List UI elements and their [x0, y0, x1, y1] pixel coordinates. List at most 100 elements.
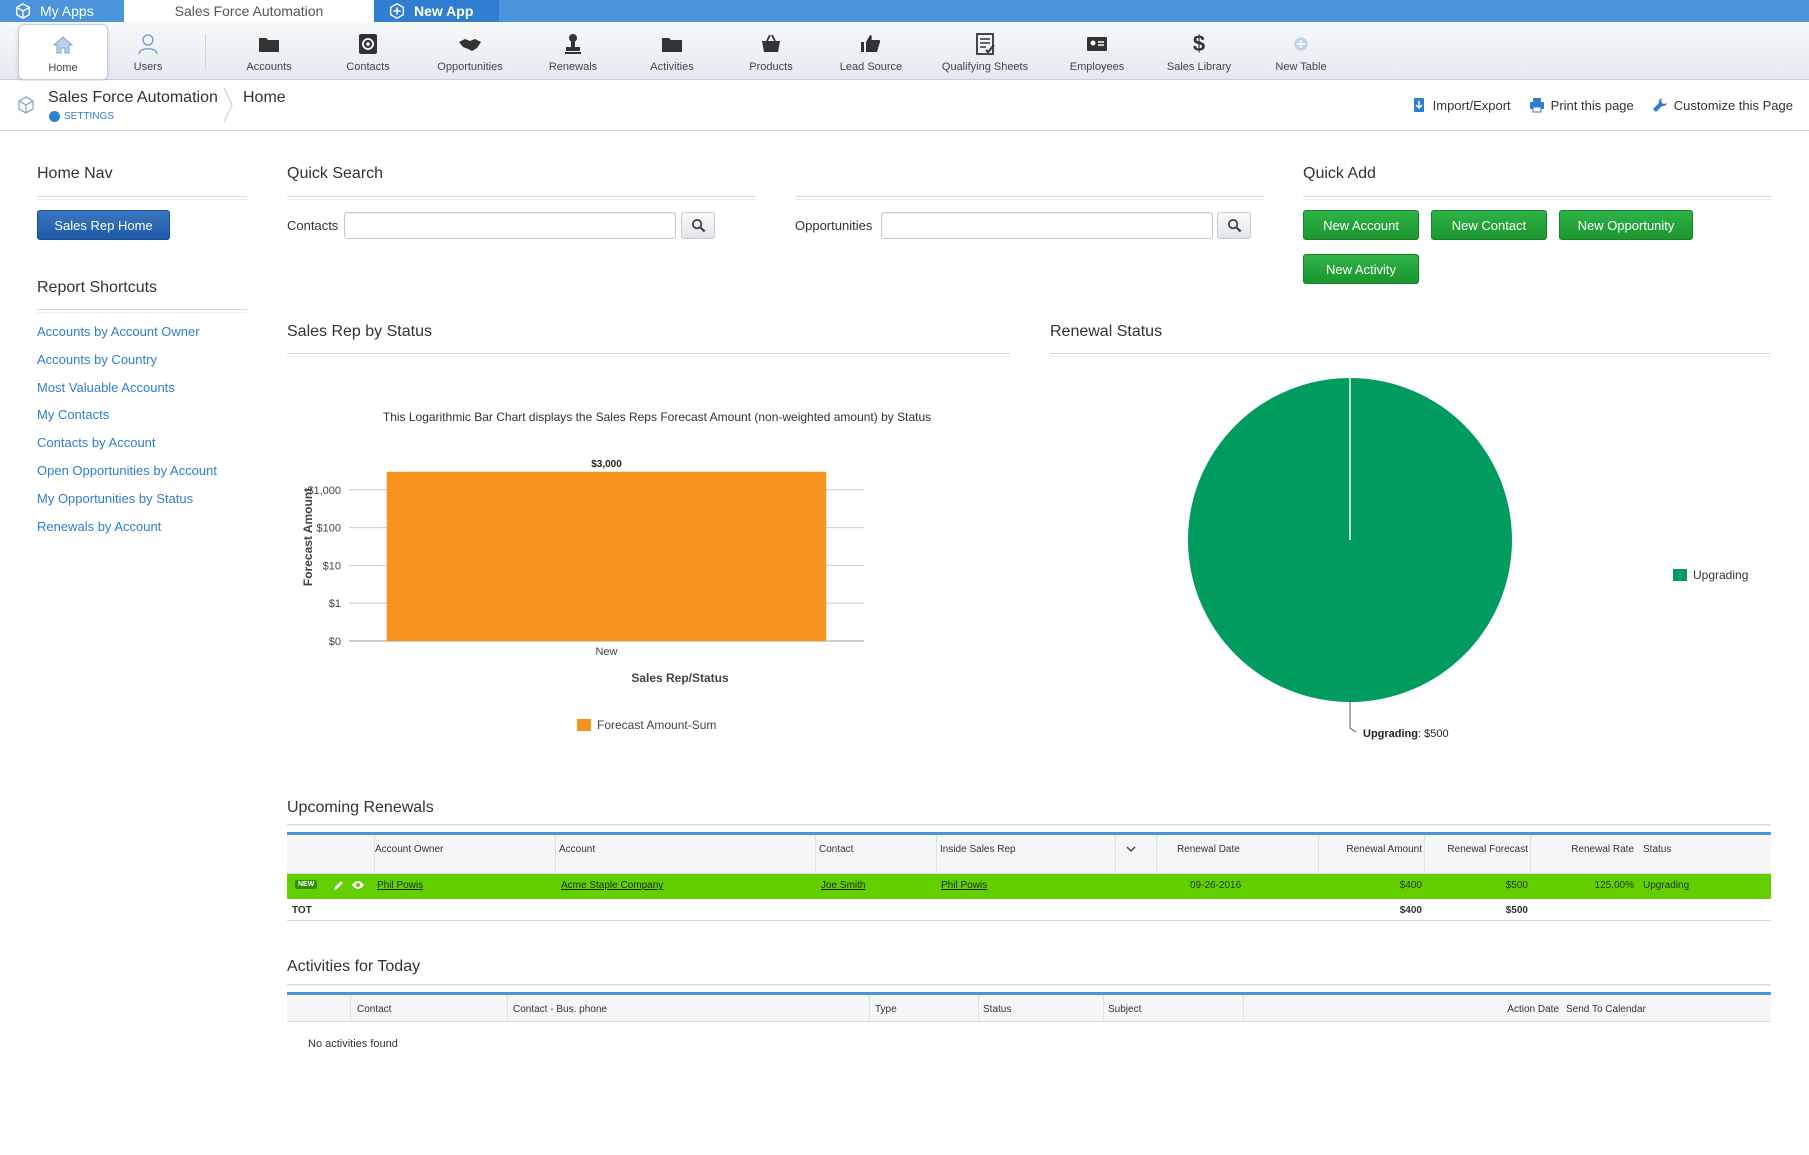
contact-link[interactable]: Joe Smith [821, 880, 865, 891]
print-label: Print this page [1550, 97, 1634, 113]
column-divider [1115, 835, 1116, 874]
renewal-rate-cell: 125.00% [1594, 880, 1634, 891]
column-header[interactable]: Action Date [1387, 1003, 1559, 1016]
column-header[interactable]: Renewal Date [1177, 843, 1240, 856]
total-renewal-amount: $400 [1399, 905, 1422, 916]
report-shortcut-link[interactable]: Accounts by Country [37, 350, 217, 378]
account-owner-link[interactable]: Phil Powis [377, 880, 423, 891]
dollar-icon: $ [1192, 31, 1206, 56]
column-header[interactable]: Contact [819, 843, 853, 856]
column-divider [1103, 995, 1104, 1022]
y-tick-label: $100 [317, 523, 341, 535]
toolbar-label: Opportunities [437, 61, 503, 73]
column-divider [507, 995, 508, 1022]
table-row[interactable]: NEW Phil Powis Acme Staple Company Joe S… [287, 874, 1771, 899]
contacts-search-button[interactable] [681, 212, 715, 239]
opportunities-search-button[interactable] [1217, 212, 1251, 239]
activities-today-title: Activities for Today [287, 958, 421, 975]
toolbar-label: Renewals [548, 61, 598, 73]
import-export-link[interactable]: Import/Export [1411, 97, 1511, 113]
section-rule [287, 824, 1771, 826]
column-divider [815, 835, 816, 874]
toolbar-sales-library[interactable]: $ Sales Library [1154, 24, 1244, 78]
report-shortcut-link[interactable]: Most Valuable Accounts [37, 378, 217, 406]
inside-sales-rep-link[interactable]: Phil Powis [941, 880, 987, 891]
report-shortcut-link[interactable]: Open Opportunities by Account [37, 461, 217, 489]
column-header[interactable]: Contact - Bus. phone [513, 1003, 607, 1016]
column-header[interactable]: Send To Calendar [1566, 1003, 1646, 1016]
contacts-search-input[interactable] [344, 212, 676, 239]
toolbar-activities[interactable]: Activities [627, 24, 717, 78]
empty-state-text: No activities found [308, 1038, 398, 1050]
report-shortcut-link[interactable]: Renewals by Account [37, 517, 217, 545]
column-header[interactable]: Renewal Rate [1537, 843, 1634, 856]
view-eye-icon[interactable] [351, 880, 365, 893]
legend-label: Upgrading [1693, 568, 1748, 582]
renewal-forecast-cell: $500 [1505, 880, 1528, 891]
import-export-label: Import/Export [1432, 97, 1511, 113]
new-activity-button[interactable]: New Activity [1303, 254, 1419, 284]
y-tick-label: $1 [329, 598, 341, 610]
edit-icon[interactable] [332, 879, 345, 895]
report-shortcut-link[interactable]: My Opportunities by Status [37, 489, 217, 517]
column-header[interactable]: Account Owner [375, 843, 443, 856]
user-icon [135, 31, 161, 57]
toolbar-users[interactable]: Users [103, 24, 193, 78]
new-opportunity-button[interactable]: New Opportunity [1559, 210, 1693, 240]
print-link[interactable]: Print this page [1529, 97, 1634, 113]
column-header[interactable]: Contact [357, 1003, 391, 1016]
bar-new[interactable] [386, 471, 827, 641]
section-rule [287, 984, 1771, 986]
column-header[interactable]: Account [559, 843, 595, 856]
thumbs-up-icon [858, 31, 884, 57]
new-badge: NEW [295, 880, 318, 889]
current-app-label: Sales Force Automation [174, 3, 324, 19]
handshake-icon [457, 31, 483, 57]
settings-link[interactable]: SETTINGS [49, 111, 114, 122]
current-app-tab[interactable]: Sales Force Automation [124, 0, 374, 22]
column-header[interactable]: Type [875, 1003, 897, 1016]
upcoming-renewals-table: Account Owner Account Contact Inside Sal… [287, 832, 1771, 921]
checklist-icon [972, 31, 998, 57]
toolbar-new-table[interactable]: New Table [1256, 24, 1346, 78]
column-header[interactable]: Status [1643, 843, 1671, 856]
new-contact-button[interactable]: New Contact [1431, 210, 1547, 240]
renewal-amount-cell: $400 [1399, 880, 1422, 891]
column-header[interactable]: Status [983, 1003, 1011, 1016]
customize-link[interactable]: Customize this Page [1652, 97, 1793, 113]
renewal-status-title: Renewal Status [1050, 323, 1163, 340]
toolbar-opportunities[interactable]: Opportunities [425, 24, 515, 78]
toolbar-home[interactable]: Home [18, 24, 108, 80]
toolbar-employees[interactable]: Employees [1052, 24, 1142, 78]
toolbar-qualifying-sheets[interactable]: Qualifying Sheets [940, 24, 1030, 78]
toolbar-lead-source[interactable]: Lead Source [826, 24, 916, 78]
column-header[interactable]: Renewal Forecast [1430, 843, 1528, 856]
new-app-tab[interactable]: New App [374, 0, 499, 22]
report-shortcut-link[interactable]: Contacts by Account [37, 433, 217, 461]
toolbar-products[interactable]: Products [726, 24, 816, 78]
x-tick-label: New [595, 646, 617, 658]
legend-swatch [577, 719, 591, 731]
y-tick-label: $0 [329, 636, 341, 648]
opportunities-search-input[interactable] [881, 212, 1213, 239]
toolbar-contacts[interactable]: Contacts [323, 24, 413, 78]
home-icon [50, 32, 76, 58]
toolbar-label: Activities [650, 61, 694, 73]
column-header[interactable]: Inside Sales Rep [940, 843, 1016, 856]
breadcrumb-app[interactable]: Sales Force Automation [48, 89, 218, 107]
report-shortcut-list: Accounts by Account Owner Accounts by Co… [37, 322, 217, 544]
sales-rep-home-button[interactable]: Sales Rep Home [37, 210, 170, 240]
column-header[interactable]: Renewal Amount [1327, 843, 1422, 856]
report-shortcut-link[interactable]: My Contacts [37, 405, 217, 433]
report-shortcut-link[interactable]: Accounts by Account Owner [37, 322, 217, 350]
my-apps-tab[interactable]: My Apps [0, 0, 123, 22]
at-sign-icon [355, 31, 381, 57]
toolbar-renewals[interactable]: Renewals [528, 24, 618, 78]
column-header[interactable]: Subject [1108, 1003, 1141, 1016]
home-nav-title: Home Nav [37, 165, 113, 182]
new-account-button[interactable]: New Account [1303, 210, 1419, 240]
sort-chevron-icon[interactable] [1126, 844, 1136, 858]
toolbar-accounts[interactable]: Accounts [224, 24, 314, 78]
account-link[interactable]: Acme Staple Company [561, 880, 663, 891]
customize-label: Customize this Page [1673, 97, 1793, 113]
